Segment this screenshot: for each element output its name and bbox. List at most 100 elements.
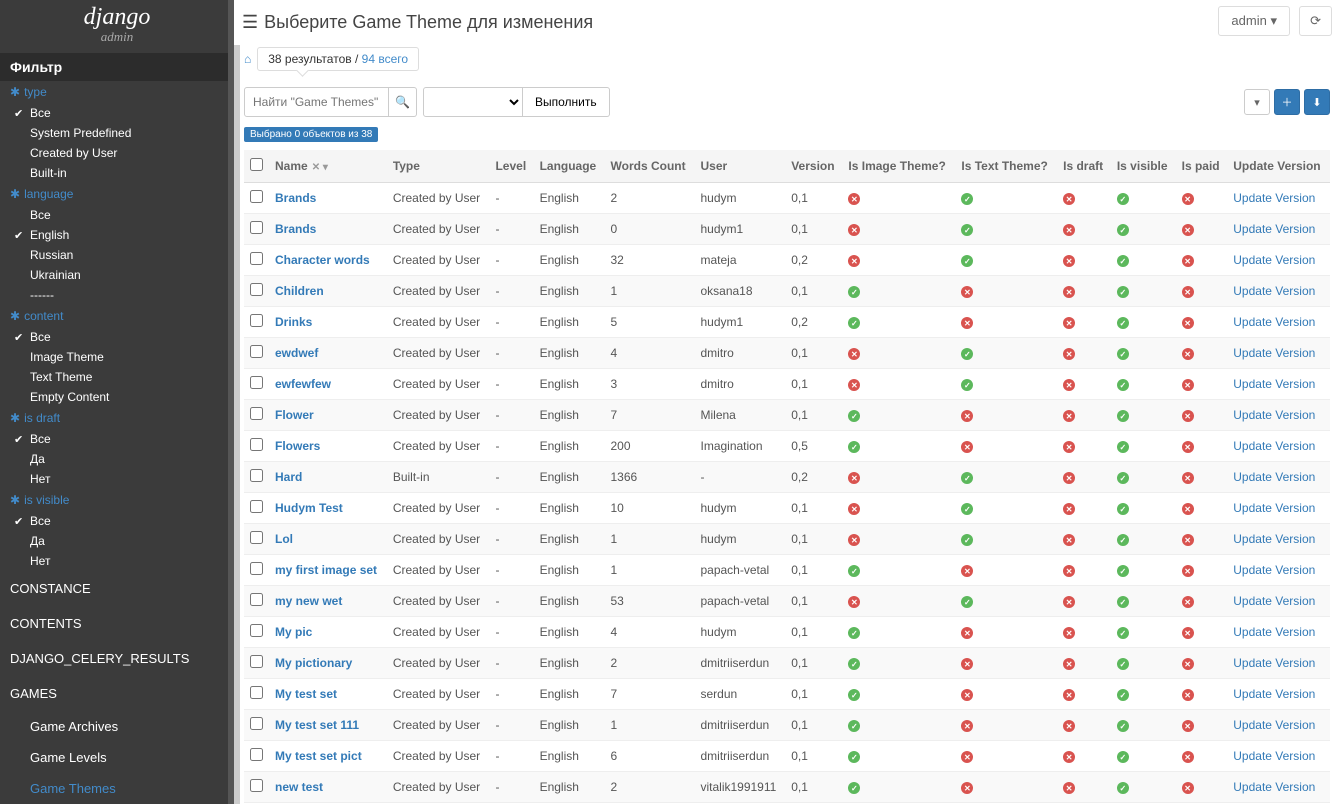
update-version-link[interactable]: Update Version <box>1233 532 1315 546</box>
update-version-link[interactable]: Update Version <box>1233 780 1315 794</box>
side-sub-0[interactable]: Game Archives <box>0 711 234 742</box>
row-name-link[interactable]: Brands <box>275 191 316 205</box>
row-checkbox[interactable] <box>250 221 263 234</box>
filter-opt-language-2[interactable]: Russian <box>0 245 234 265</box>
side-sub-1[interactable]: Game Levels <box>0 742 234 773</box>
row-name-link[interactable]: my first image set <box>275 563 377 577</box>
col-paid[interactable]: Is paid <box>1176 150 1228 183</box>
row-name-link[interactable]: My pictionary <box>275 656 352 670</box>
total-link[interactable]: 94 всего <box>362 52 408 66</box>
filter-opt-content-3[interactable]: Empty Content <box>0 387 234 407</box>
filter-opt-type-2[interactable]: Created by User <box>0 143 234 163</box>
row-checkbox[interactable] <box>250 655 263 668</box>
filter-opt-language-4[interactable]: ------ <box>0 285 234 305</box>
update-version-link[interactable]: Update Version <box>1233 687 1315 701</box>
update-version-link[interactable]: Update Version <box>1233 749 1315 763</box>
row-checkbox[interactable] <box>250 624 263 637</box>
row-checkbox[interactable] <box>250 779 263 792</box>
filter-opt-is_draft-2[interactable]: Нет <box>0 469 234 489</box>
row-checkbox[interactable] <box>250 345 263 358</box>
filter-cat-language[interactable]: ✱language <box>0 183 234 205</box>
home-icon[interactable]: ⌂ <box>244 52 251 66</box>
col-update[interactable]: Update Version <box>1227 150 1330 183</box>
filter-opt-is_visible-0[interactable]: ✔Все <box>0 511 234 531</box>
filter-opt-language-0[interactable]: Все <box>0 205 234 225</box>
filter-opt-type-1[interactable]: System Predefined <box>0 123 234 143</box>
filter-opt-is_draft-1[interactable]: Да <box>0 449 234 469</box>
row-name-link[interactable]: ewfewfew <box>275 377 331 391</box>
update-version-link[interactable]: Update Version <box>1233 408 1315 422</box>
update-version-link[interactable]: Update Version <box>1233 594 1315 608</box>
update-version-link[interactable]: Update Version <box>1233 563 1315 577</box>
search-button[interactable]: 🔍 <box>389 87 417 117</box>
row-checkbox[interactable] <box>250 562 263 575</box>
row-name-link[interactable]: Children <box>275 284 324 298</box>
update-version-link[interactable]: Update Version <box>1233 718 1315 732</box>
update-version-link[interactable]: Update Version <box>1233 284 1315 298</box>
col-name[interactable]: Name✕ ▾ <box>269 150 387 183</box>
action-select[interactable] <box>423 87 523 117</box>
col-words[interactable]: Words Count <box>605 150 695 183</box>
action-go-button[interactable]: Выполнить <box>523 87 610 117</box>
side-section-1[interactable]: CONTENTS <box>0 606 234 641</box>
col-version[interactable]: Version <box>785 150 842 183</box>
row-checkbox[interactable] <box>250 593 263 606</box>
row-name-link[interactable]: My test set pict <box>275 749 362 763</box>
row-checkbox[interactable] <box>250 190 263 203</box>
filter-opt-language-3[interactable]: Ukrainian <box>0 265 234 285</box>
row-checkbox[interactable] <box>250 686 263 699</box>
row-checkbox[interactable] <box>250 407 263 420</box>
select-all-checkbox[interactable] <box>250 158 263 171</box>
row-checkbox[interactable] <box>250 748 263 761</box>
update-version-link[interactable]: Update Version <box>1233 656 1315 670</box>
download-button[interactable]: ⬇ <box>1304 89 1330 115</box>
col-level[interactable]: Level <box>489 150 533 183</box>
col-language[interactable]: Language <box>534 150 605 183</box>
col-image-theme[interactable]: Is Image Theme? <box>842 150 955 183</box>
filter-opt-is_draft-0[interactable]: ✔Все <box>0 429 234 449</box>
row-checkbox[interactable] <box>250 469 263 482</box>
search-input[interactable] <box>244 87 389 117</box>
side-section-2[interactable]: DJANGO_CELERY_RESULTS <box>0 641 234 676</box>
filter-opt-language-1[interactable]: ✔English <box>0 225 234 245</box>
col-type[interactable]: Type <box>387 150 490 183</box>
filter-cat-is_visible[interactable]: ✱is visible <box>0 489 234 511</box>
row-name-link[interactable]: Hard <box>275 470 302 484</box>
filter-opt-content-0[interactable]: ✔Все <box>0 327 234 347</box>
row-name-link[interactable]: Flower <box>275 408 314 422</box>
filter-opt-is_visible-1[interactable]: Да <box>0 531 234 551</box>
user-menu[interactable]: admin ▾ <box>1218 6 1290 36</box>
add-button[interactable]: ＋ <box>1274 89 1300 115</box>
col-user[interactable]: User <box>694 150 785 183</box>
row-name-link[interactable]: Hudym Test <box>275 501 343 515</box>
row-checkbox[interactable] <box>250 438 263 451</box>
side-sub-2[interactable]: Game Themes <box>0 773 234 804</box>
update-version-link[interactable]: Update Version <box>1233 470 1315 484</box>
filter-opt-content-1[interactable]: Image Theme <box>0 347 234 367</box>
row-name-link[interactable]: Flowers <box>275 439 320 453</box>
side-section-0[interactable]: CONSTANCE <box>0 571 234 606</box>
row-name-link[interactable]: ewdwef <box>275 346 318 360</box>
row-name-link[interactable]: My test set 111 <box>275 718 359 732</box>
row-name-link[interactable]: my new wet <box>275 594 342 608</box>
update-version-link[interactable]: Update Version <box>1233 377 1315 391</box>
row-name-link[interactable]: My pic <box>275 625 312 639</box>
filter-cat-is_draft[interactable]: ✱is draft <box>0 407 234 429</box>
update-version-link[interactable]: Update Version <box>1233 625 1315 639</box>
update-version-link[interactable]: Update Version <box>1233 315 1315 329</box>
dropdown-button[interactable]: ▾ <box>1244 89 1270 115</box>
col-visible[interactable]: Is visible <box>1111 150 1176 183</box>
row-name-link[interactable]: Character words <box>275 253 370 267</box>
update-version-link[interactable]: Update Version <box>1233 253 1315 267</box>
menu-icon[interactable]: ☰ <box>242 12 258 33</box>
filter-opt-type-0[interactable]: ✔Все <box>0 103 234 123</box>
filter-cat-type[interactable]: ✱type <box>0 81 234 103</box>
update-version-link[interactable]: Update Version <box>1233 346 1315 360</box>
row-checkbox[interactable] <box>250 314 263 327</box>
filter-opt-content-2[interactable]: Text Theme <box>0 367 234 387</box>
update-version-link[interactable]: Update Version <box>1233 439 1315 453</box>
filter-cat-content[interactable]: ✱content <box>0 305 234 327</box>
update-version-link[interactable]: Update Version <box>1233 222 1315 236</box>
update-version-link[interactable]: Update Version <box>1233 191 1315 205</box>
row-checkbox[interactable] <box>250 717 263 730</box>
